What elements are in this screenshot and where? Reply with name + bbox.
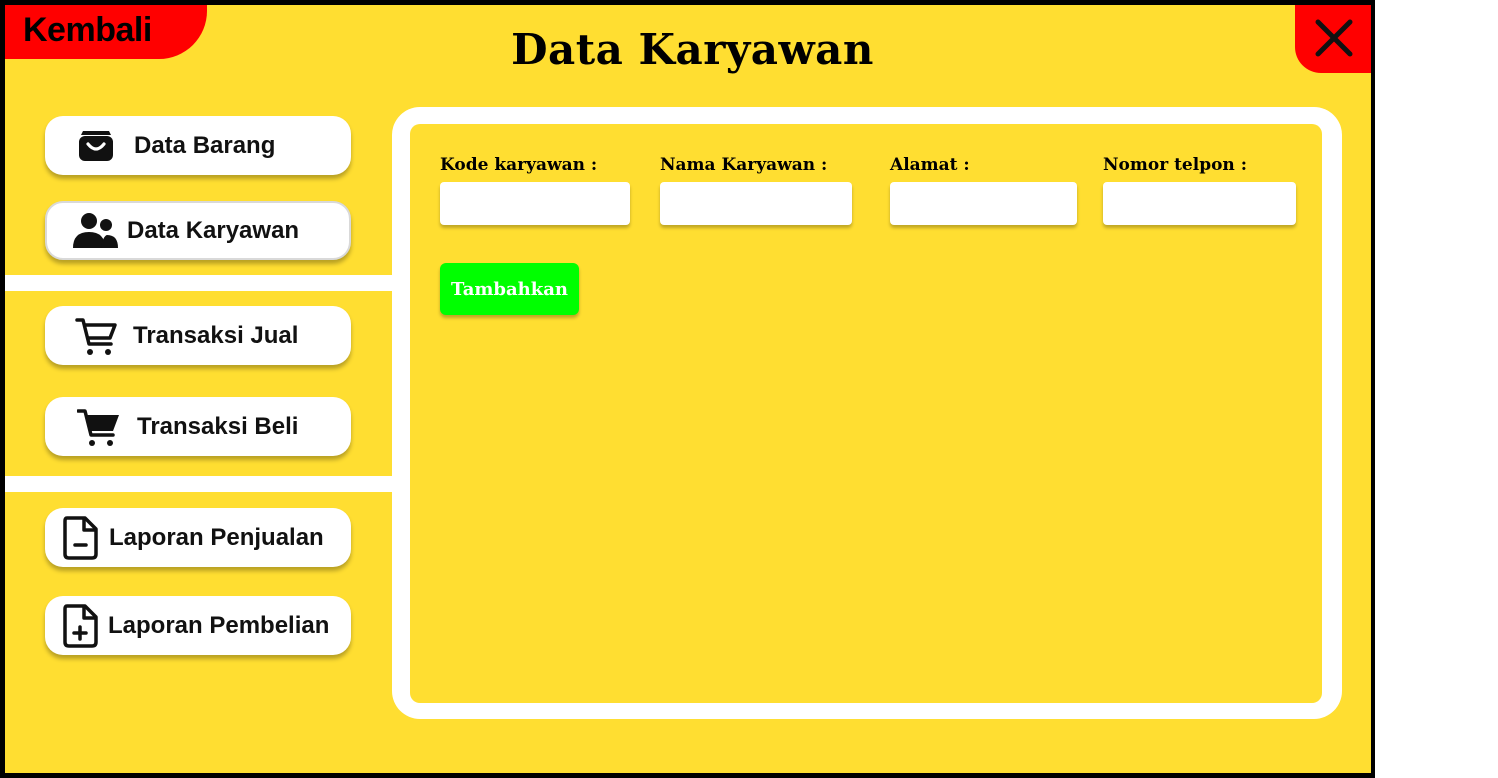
sidebar-item-transaksi-beli[interactable]: Transaksi Beli <box>45 397 351 456</box>
basket-icon <box>75 129 117 163</box>
sidebar-divider <box>5 275 393 291</box>
close-icon <box>1315 19 1353 57</box>
sidebar-item-label: Transaksi Jual <box>133 321 299 349</box>
kode-karyawan-label: Kode karyawan : <box>440 155 598 175</box>
sidebar-item-label: Data Barang <box>134 131 276 159</box>
sidebar-item-data-karyawan[interactable]: Data Karyawan <box>45 201 351 260</box>
close-button[interactable] <box>1295 5 1371 73</box>
app-window: Kembali Data Karyawan Data Barang Data K… <box>0 0 1375 778</box>
file-plus-icon <box>61 603 101 648</box>
sidebar-item-label: Laporan Penjualan <box>109 523 324 551</box>
kode-karyawan-input[interactable] <box>440 182 630 225</box>
tambahkan-button-label: Tambahkan <box>451 278 568 300</box>
nomor-telpon-label: Nomor telpon : <box>1103 155 1247 175</box>
tambahkan-button[interactable]: Tambahkan <box>440 263 579 315</box>
page-title: Data Karyawan <box>511 25 874 74</box>
alamat-input[interactable] <box>890 182 1077 225</box>
nomor-telpon-input[interactable] <box>1103 182 1296 225</box>
cart-filled-icon <box>77 407 121 447</box>
nama-karyawan-label: Nama Karyawan : <box>660 155 828 175</box>
sidebar-item-label: Laporan Pembelian <box>108 611 330 639</box>
nama-karyawan-input[interactable] <box>660 182 852 225</box>
sidebar-item-laporan-penjualan[interactable]: Laporan Penjualan <box>45 508 351 567</box>
cart-outline-icon <box>75 316 119 356</box>
sidebar-item-laporan-pembelian[interactable]: Laporan Pembelian <box>45 596 351 655</box>
sidebar-item-transaksi-jual[interactable]: Transaksi Jual <box>45 306 351 365</box>
file-minus-icon <box>61 515 101 560</box>
sidebar-item-label: Transaksi Beli <box>137 412 299 440</box>
sidebar-item-data-barang[interactable]: Data Barang <box>45 116 351 175</box>
sidebar-item-label: Data Karyawan <box>127 216 300 244</box>
users-icon <box>73 212 119 250</box>
sidebar-divider <box>5 476 393 492</box>
alamat-label: Alamat : <box>890 155 970 175</box>
